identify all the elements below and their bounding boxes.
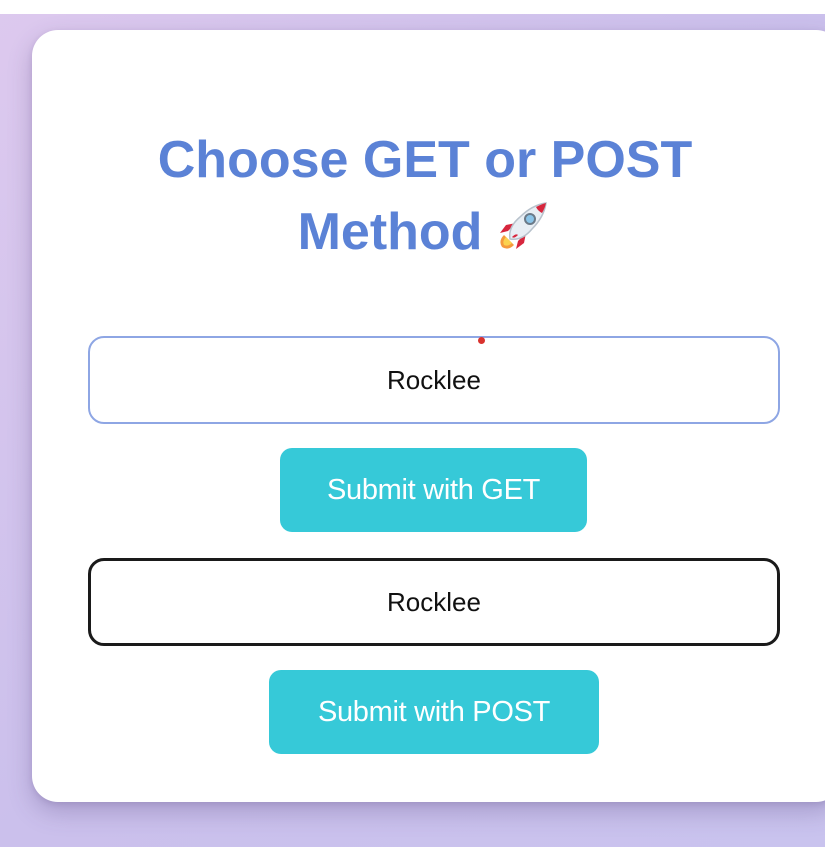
get-name-input[interactable]: [88, 336, 780, 424]
rocket-icon: [492, 197, 552, 257]
submit-get-button[interactable]: Submit with GET: [280, 448, 587, 532]
page-title: Choose GET or POST Method: [80, 124, 770, 268]
mouse-cursor-dot: [478, 337, 485, 344]
title-text: Choose GET or POST Method: [157, 131, 693, 261]
post-name-input[interactable]: [88, 558, 780, 646]
submit-post-button[interactable]: Submit with POST: [269, 670, 599, 754]
window-top-strip: [0, 0, 825, 14]
